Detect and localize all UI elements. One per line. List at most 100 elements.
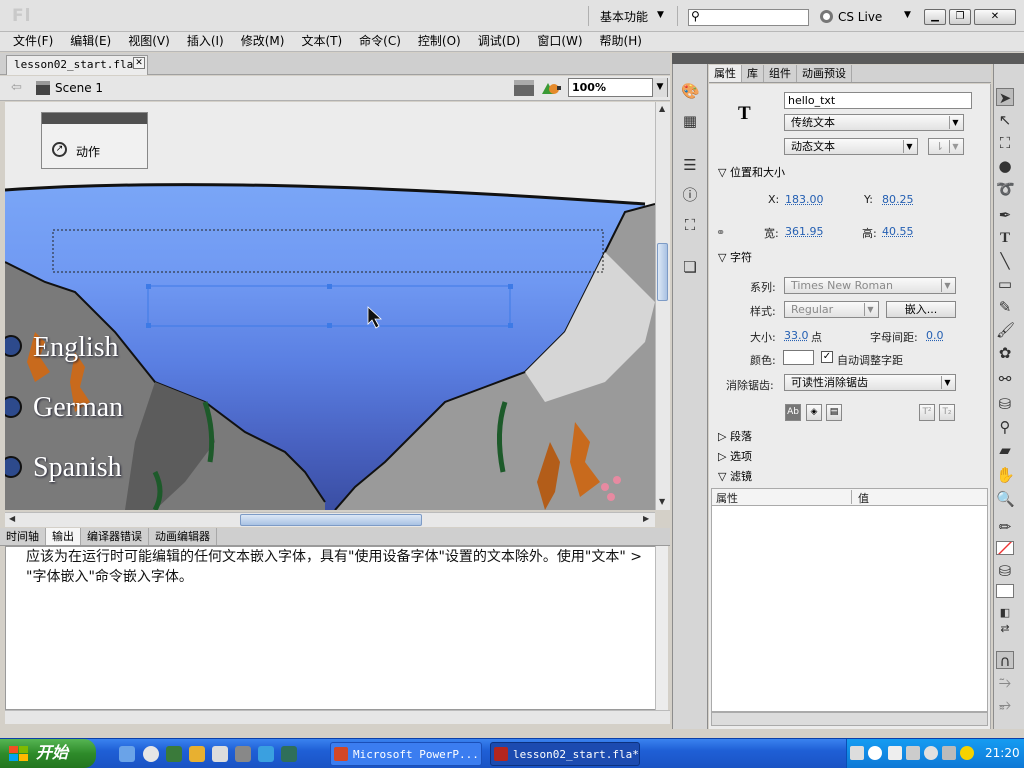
color-swatches-icon[interactable]: 🎨 <box>681 82 700 100</box>
filter-list[interactable] <box>711 506 988 712</box>
pencil-tool-icon[interactable]: ✎ <box>996 298 1014 316</box>
pen-tool-icon[interactable]: ✒ <box>996 206 1014 224</box>
position-size-section[interactable]: ▽ 位置和大小 <box>711 165 988 182</box>
search-input[interactable] <box>688 9 809 26</box>
minimize-button[interactable]: ▁ <box>924 9 946 25</box>
back-arrow-icon[interactable]: ⇦ <box>11 80 22 95</box>
menu-commands[interactable]: 命令(C) <box>359 32 401 51</box>
text-type-select[interactable]: 动态文本 ▼ <box>784 138 918 155</box>
menu-control[interactable]: 控制(O) <box>418 32 461 51</box>
text-engine-select[interactable]: 传统文本 ▼ <box>784 114 964 131</box>
selection-tool-icon[interactable]: ➤ <box>996 88 1014 107</box>
output-horizontal-scrollbar[interactable] <box>5 710 670 724</box>
x-value[interactable]: 183.00 <box>785 193 824 206</box>
zoom-tool-icon[interactable]: 🔍 <box>996 490 1015 508</box>
menu-insert[interactable]: 插入(I) <box>187 32 224 51</box>
language-label-german[interactable]: German <box>33 392 123 424</box>
selectable-text-button[interactable]: Ab <box>785 404 801 421</box>
eraser-tool-icon[interactable]: ▰ <box>996 441 1014 459</box>
snap-magnet-icon[interactable]: ∩ <box>996 651 1014 670</box>
tab-motion-presets[interactable]: 动画预设 <box>797 65 852 82</box>
tab-library[interactable]: 库 <box>742 65 764 82</box>
tab-timeline[interactable]: 时间轴 <box>0 528 46 545</box>
close-button[interactable]: ✕ <box>974 9 1016 25</box>
menu-modify[interactable]: 修改(M) <box>241 32 285 51</box>
scroll-thumb[interactable] <box>657 243 668 301</box>
font-style-select[interactable]: Regular ▼ <box>784 301 879 318</box>
edit-symbol-icon[interactable] <box>540 80 562 96</box>
auto-kern-checkbox[interactable]: ✓ <box>821 351 833 363</box>
deco-tool-icon[interactable]: ✿ <box>996 344 1014 362</box>
chevron-down-icon[interactable]: ▼ <box>657 10 664 20</box>
paint-bucket-tool-icon[interactable]: ⛁ <box>996 395 1014 413</box>
text-tool-icon[interactable]: T <box>996 229 1014 247</box>
ie-icon[interactable] <box>119 746 135 762</box>
edit-scene-icon[interactable] <box>514 80 534 96</box>
chevron-left-icon[interactable] <box>868 746 882 760</box>
tab-properties[interactable]: 属性 <box>709 65 742 82</box>
show-border-button[interactable]: ▤ <box>826 404 842 421</box>
paragraph-section[interactable]: ▷ 段落 <box>711 429 988 446</box>
language-label-english[interactable]: English <box>33 332 119 364</box>
tab-output[interactable]: 输出 <box>46 528 81 545</box>
menu-window[interactable]: 窗口(W) <box>537 32 582 51</box>
tab-motion-editor[interactable]: 动画编辑器 <box>149 528 217 545</box>
height-value[interactable]: 40.55 <box>882 225 914 238</box>
scroll-thumb[interactable] <box>240 514 422 526</box>
stroke-color-swatch[interactable] <box>996 541 1014 555</box>
info-icon[interactable]: ⓘ <box>681 186 699 204</box>
scroll-left-icon[interactable]: ◀ <box>9 514 15 523</box>
fill-color-swatch[interactable] <box>996 584 1014 598</box>
restore-button[interactable]: ❐ <box>949 9 971 25</box>
scroll-up-icon[interactable]: ▲ <box>659 104 665 113</box>
app-g-icon[interactable] <box>166 746 182 762</box>
hand-tool-icon[interactable]: ✋ <box>996 466 1015 484</box>
line-tool-icon[interactable]: ╲ <box>996 252 1014 270</box>
monitor-icon[interactable] <box>942 746 956 760</box>
taskbar-item-flash[interactable]: lesson02_start.fla* <box>490 742 640 766</box>
subscript-button[interactable]: T₂ <box>939 404 955 421</box>
clock-icon[interactable] <box>924 746 938 760</box>
embed-button[interactable]: 嵌入... <box>886 301 956 318</box>
menu-text[interactable]: 文本(T) <box>301 32 342 51</box>
smooth-icon[interactable]: ⥲ <box>996 673 1014 691</box>
network-icon[interactable] <box>906 746 920 760</box>
document-icon[interactable] <box>212 746 228 762</box>
menu-help[interactable]: 帮助(H) <box>600 32 642 51</box>
security-icon[interactable] <box>960 746 974 760</box>
lasso-tool-icon[interactable]: ➰ <box>996 180 1015 198</box>
width-value[interactable]: 361.95 <box>785 225 824 238</box>
scene-breadcrumb[interactable]: Scene 1 <box>55 81 103 95</box>
menu-view[interactable]: 视图(V) <box>128 32 170 51</box>
size-value[interactable]: 33.0 <box>784 329 809 342</box>
workspace-switcher[interactable]: 基本功能 <box>600 8 648 25</box>
media-icon[interactable] <box>143 746 159 762</box>
tab-compiler-errors[interactable]: 编译器错误 <box>81 528 149 545</box>
chevron-down-icon[interactable]: ▼ <box>652 78 667 97</box>
language-label-spanish[interactable]: Spanish <box>33 452 122 484</box>
options-section[interactable]: ▷ 选项 <box>711 449 988 466</box>
keyboard-icon[interactable] <box>850 746 864 760</box>
instance-name-input[interactable]: hello_txt <box>784 92 972 109</box>
straighten-icon[interactable]: ⥵ <box>996 695 1014 713</box>
folder-icon[interactable] <box>189 746 205 762</box>
transform-icon[interactable]: ⛶ <box>681 216 699 234</box>
tab-components[interactable]: 组件 <box>764 65 797 82</box>
actions-panel-header[interactable] <box>42 113 147 124</box>
antialias-select[interactable]: 可读性消除锯齿 ▼ <box>784 374 956 391</box>
menu-debug[interactable]: 调试(D) <box>478 32 521 51</box>
grid-icon[interactable]: ▦ <box>681 112 699 130</box>
filters-section[interactable]: ▽ 滤镜 <box>711 469 988 486</box>
scroll-down-icon[interactable]: ▼ <box>659 497 665 506</box>
cs-live-button[interactable]: CS Live <box>838 10 882 24</box>
camera-icon[interactable] <box>235 746 251 762</box>
fill-color-icon[interactable]: ⛁ <box>996 562 1014 580</box>
text-direction-select[interactable]: ⇂ ▼ <box>928 138 964 155</box>
menu-file[interactable]: 文件(F) <box>13 32 53 51</box>
font-family-select[interactable]: Times New Roman ▼ <box>784 277 956 294</box>
align-icon[interactable]: ☰ <box>681 156 699 174</box>
brush-tool-icon[interactable]: 🖌 <box>996 321 1015 339</box>
actions-label[interactable]: 动作 <box>76 143 100 160</box>
rectangle-tool-icon[interactable]: ▭ <box>996 275 1014 293</box>
scroll-right-icon[interactable]: ▶ <box>643 514 649 523</box>
